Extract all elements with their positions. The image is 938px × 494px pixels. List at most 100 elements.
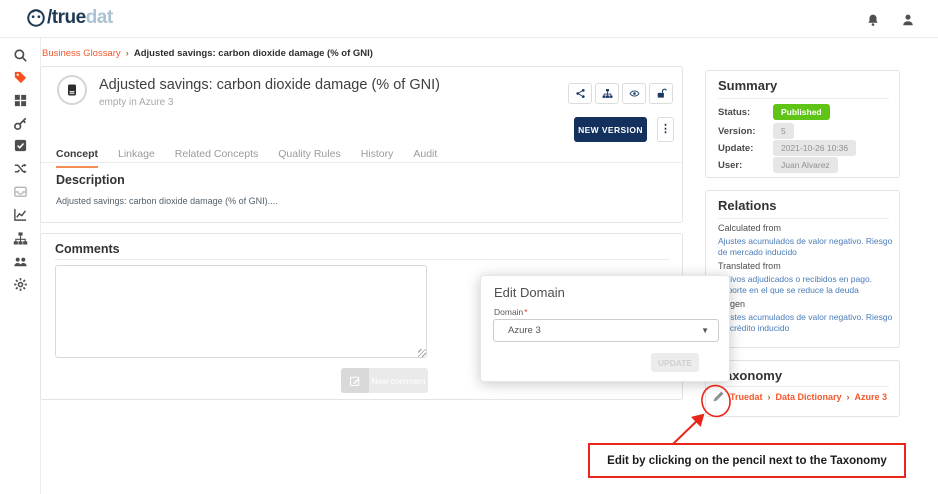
summary-row-version: Version: 5 bbox=[718, 123, 794, 139]
share-icon bbox=[575, 88, 586, 99]
taxonomy-crumb-domain[interactable]: Data Dictionary bbox=[776, 392, 842, 402]
gear-icon bbox=[13, 277, 28, 292]
sidebar bbox=[0, 38, 41, 494]
summary-heading: Summary bbox=[718, 78, 777, 93]
key-icon bbox=[13, 116, 28, 131]
bell-icon[interactable] bbox=[866, 13, 880, 27]
summary-row-status: Status: Published bbox=[718, 104, 830, 120]
owl-logo-icon bbox=[26, 8, 46, 28]
summary-label: User: bbox=[718, 160, 773, 171]
summary-label: Update: bbox=[718, 143, 773, 154]
version-badge: 5 bbox=[773, 123, 794, 139]
relations-card: Relations Calculated from Ajustes acumul… bbox=[705, 190, 900, 348]
required-asterisk: * bbox=[524, 307, 527, 317]
relation-link[interactable]: Activos adjudicados o recibidos en pago.… bbox=[718, 274, 894, 295]
eye-icon bbox=[629, 88, 640, 99]
tab-quality-rules[interactable]: Quality Rules bbox=[278, 148, 340, 168]
relation-type: Origen bbox=[718, 299, 894, 309]
tab-linkage[interactable]: Linkage bbox=[118, 148, 155, 168]
taxonomy-separator: › bbox=[847, 392, 850, 402]
sidebar-item-dashboards[interactable] bbox=[0, 203, 40, 225]
tag-icon bbox=[13, 70, 28, 85]
tab-related-concepts[interactable]: Related Concepts bbox=[175, 148, 258, 168]
user-badge: Juan Alvarez bbox=[773, 157, 838, 173]
taxonomy-card: Taxonomy Truedat › Data Dictionary › Azu… bbox=[705, 360, 900, 417]
logo-text: /truedat bbox=[47, 7, 113, 29]
more-actions-button[interactable]: ⋮ bbox=[657, 117, 674, 142]
new-version-button[interactable]: NEW VERSION bbox=[574, 117, 647, 142]
concept-card: Adjusted savings: carbon dioxide damage … bbox=[40, 66, 683, 223]
domain-select-value: Azure 3 bbox=[508, 325, 541, 336]
user-icon[interactable] bbox=[901, 13, 915, 27]
comments-heading: Comments bbox=[55, 242, 120, 256]
description-heading: Description bbox=[56, 173, 125, 187]
summary-card: Summary Status: Published Version: 5 Upd… bbox=[705, 70, 900, 178]
summary-label: Status: bbox=[718, 107, 773, 118]
tab-audit[interactable]: Audit bbox=[413, 148, 437, 168]
top-bar: /truedat bbox=[0, 0, 938, 38]
book-icon bbox=[64, 82, 80, 98]
sidebar-item-search[interactable] bbox=[0, 44, 40, 66]
relation-group: Translated from Activos adjudicados o re… bbox=[718, 261, 894, 295]
page-title: Adjusted savings: carbon dioxide damage … bbox=[99, 77, 440, 93]
sidebar-item-permissions[interactable] bbox=[0, 112, 40, 134]
new-comment-button[interactable]: New comment bbox=[341, 368, 428, 393]
status-badge: Published bbox=[773, 104, 830, 120]
tabs-divider bbox=[41, 162, 682, 163]
relations-divider bbox=[718, 218, 889, 219]
truedat-logo[interactable]: /truedat bbox=[26, 7, 113, 29]
truedat-app: /truedat bbox=[0, 0, 938, 494]
domain-select[interactable]: Azure 3 ▼ bbox=[493, 319, 719, 342]
shuffle-icon bbox=[13, 161, 28, 176]
sidebar-item-users[interactable] bbox=[0, 250, 40, 272]
tab-concept[interactable]: Concept bbox=[56, 148, 98, 168]
breadcrumb-root-link[interactable]: Business Glossary bbox=[42, 48, 121, 59]
update-button[interactable]: UPDATE bbox=[651, 353, 699, 372]
sidebar-item-ingests[interactable] bbox=[0, 180, 40, 202]
taxonomy-separator: › bbox=[768, 392, 771, 402]
share-button[interactable] bbox=[568, 83, 592, 104]
relation-link[interactable]: Ajustes acumulados de valor negativo. Ri… bbox=[718, 312, 894, 333]
modal-title: Edit Domain bbox=[494, 285, 565, 300]
chart-line-icon bbox=[13, 207, 28, 222]
taxonomy-crumb-root[interactable]: Truedat bbox=[730, 392, 763, 402]
taxonomy-divider bbox=[718, 386, 889, 387]
sidebar-item-lineage[interactable] bbox=[0, 157, 40, 179]
tab-history[interactable]: History bbox=[361, 148, 394, 168]
sidebar-item-taxonomy[interactable] bbox=[0, 227, 40, 249]
sidebar-item-business-glossary[interactable] bbox=[0, 66, 40, 88]
edit-icon bbox=[341, 368, 369, 393]
concept-tabs: Concept Linkage Related Concepts Quality… bbox=[56, 148, 437, 168]
new-comment-label: New comment bbox=[369, 368, 428, 393]
check-square-icon bbox=[13, 138, 28, 153]
ellipsis-vertical-icon: ⋮ bbox=[660, 124, 671, 135]
breadcrumb-separator: › bbox=[126, 48, 129, 59]
pencil-icon[interactable] bbox=[712, 390, 725, 403]
concept-action-buttons bbox=[568, 83, 673, 104]
page-subtitle: empty in Azure 3 bbox=[99, 97, 173, 108]
tray-icon bbox=[13, 184, 28, 199]
users-icon bbox=[13, 254, 28, 269]
breadcrumb: Business Glossary › Adjusted savings: ca… bbox=[42, 48, 373, 59]
sitemap-icon bbox=[13, 231, 28, 246]
relation-type: Calculated from bbox=[718, 223, 894, 233]
sidebar-item-quality[interactable] bbox=[0, 134, 40, 156]
relations-heading: Relations bbox=[718, 198, 777, 213]
relation-link[interactable]: Ajustes acumulados de valor negativo. Ri… bbox=[718, 236, 894, 257]
breadcrumb-current: Adjusted savings: carbon dioxide damage … bbox=[134, 48, 373, 59]
domain-field-label: Domain* bbox=[494, 307, 528, 317]
unlock-icon bbox=[656, 88, 667, 99]
red-arrow-annotation bbox=[673, 415, 703, 444]
edit-domain-modal: Edit Domain Domain* Azure 3 ▼ UPDATE bbox=[480, 275, 730, 382]
watch-button[interactable] bbox=[622, 83, 646, 104]
annotation-text: Edit by clicking on the pencil next to t… bbox=[607, 455, 887, 467]
unlock-button[interactable] bbox=[649, 83, 673, 104]
comment-input[interactable] bbox=[55, 265, 427, 358]
description-text: Adjusted savings: carbon dioxide damage … bbox=[56, 196, 278, 206]
sidebar-item-configuration[interactable] bbox=[0, 273, 40, 295]
summary-row-update: Update: 2021-10-26 10:36 bbox=[718, 140, 856, 156]
sidebar-item-structures[interactable] bbox=[0, 89, 40, 111]
lineage-button[interactable] bbox=[595, 83, 619, 104]
comments-divider bbox=[55, 259, 669, 260]
taxonomy-crumb-subdomain[interactable]: Azure 3 bbox=[855, 392, 888, 402]
